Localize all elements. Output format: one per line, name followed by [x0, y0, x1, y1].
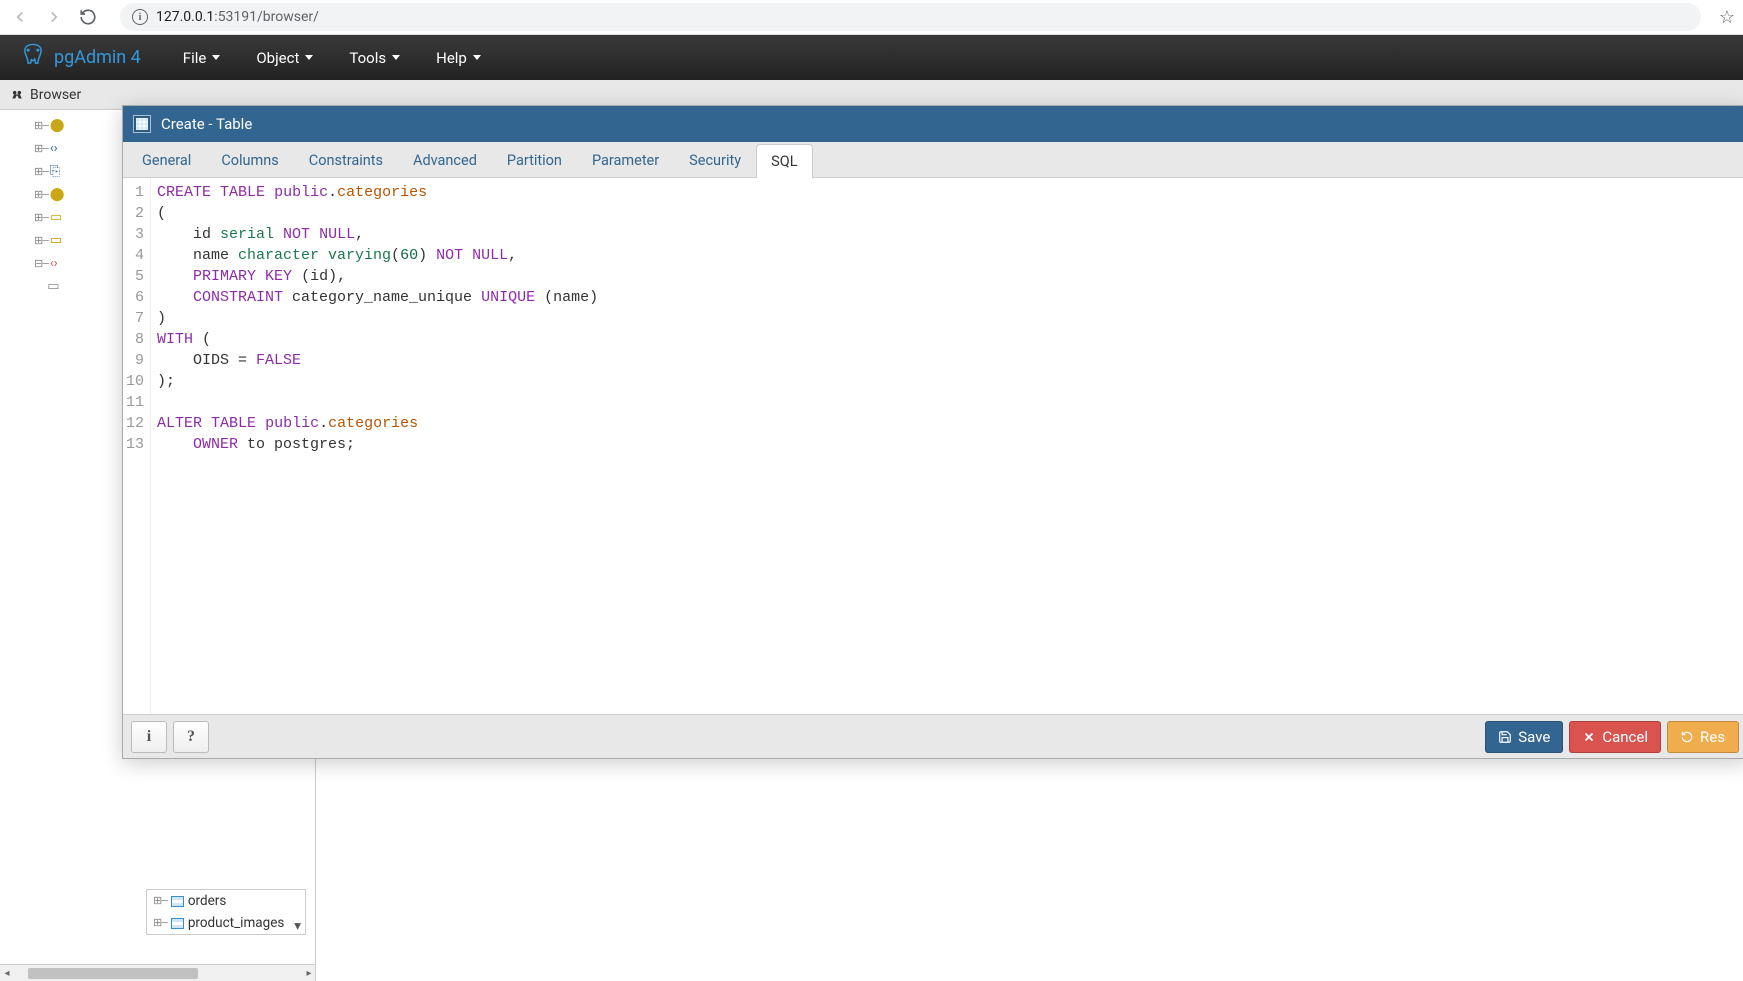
dialog-title: Create - Table — [161, 115, 252, 133]
tree-item-product-images[interactable]: ⊞─product_images — [147, 912, 305, 934]
browser-chrome: i 127.0.0.1:53191/browser/ ☆ — [0, 0, 1743, 35]
menu-object[interactable]: Object — [242, 43, 327, 73]
scrollbar-thumb[interactable] — [28, 968, 198, 979]
nav-reload-button[interactable] — [76, 5, 100, 29]
info-button[interactable]: i — [131, 721, 167, 753]
menu-tools[interactable]: Tools — [335, 43, 414, 73]
tab-partition[interactable]: Partition — [492, 143, 577, 177]
binoculars-icon — [10, 88, 24, 102]
browser-panel-title: Browser — [30, 87, 81, 103]
sql-editor[interactable]: 12345678910111213 CREATE TABLE public.ca… — [123, 178, 1743, 714]
pgadmin-navbar: pgAdmin 4 File Object Tools Help — [0, 35, 1743, 80]
caret-down-icon — [392, 55, 400, 60]
tree-item-orders[interactable]: ⊞─orders — [147, 890, 305, 912]
tab-general[interactable]: General — [127, 143, 206, 177]
save-button[interactable]: Save — [1485, 721, 1563, 753]
url-bar[interactable]: i 127.0.0.1:53191/browser/ — [120, 3, 1701, 31]
app-name: pgAdmin 4 — [54, 47, 141, 68]
dialog-titlebar[interactable]: Create - Table — [123, 106, 1743, 142]
tab-advanced[interactable]: Advanced — [398, 143, 492, 177]
tree-visible-items: ⊞─orders ⊞─product_images ▾ — [146, 889, 306, 935]
scroll-left-arrow-icon[interactable]: ◂ — [0, 968, 14, 979]
recycle-icon — [1680, 730, 1694, 744]
help-button[interactable]: ? — [173, 721, 209, 753]
tab-constraints[interactable]: Constraints — [294, 143, 398, 177]
caret-down-icon — [212, 55, 220, 60]
close-icon — [1582, 730, 1596, 744]
tab-sql[interactable]: SQL — [756, 144, 812, 178]
table-icon — [133, 115, 151, 133]
elephant-icon — [20, 42, 46, 73]
menu-file[interactable]: File — [169, 43, 235, 73]
table-icon — [171, 918, 184, 929]
reset-button[interactable]: Reset — [1667, 721, 1739, 753]
site-info-icon[interactable]: i — [132, 9, 148, 25]
table-icon — [171, 896, 184, 907]
nav-back-button[interactable] — [8, 5, 32, 29]
dropdown-caret-icon[interactable]: ▾ — [294, 918, 301, 934]
bookmark-star-icon[interactable]: ☆ — [1719, 7, 1735, 28]
dialog-tabs: General Columns Constraints Advanced Par… — [123, 142, 1743, 178]
nav-forward-button[interactable] — [42, 5, 66, 29]
pgadmin-logo[interactable]: pgAdmin 4 — [20, 42, 141, 73]
menu-help[interactable]: Help — [422, 43, 495, 73]
tree-partial: ⊞─⬤ ⊞─‹› ⊞─⎘ ⊞─⬤ ⊞─▭ ⊞─▭ ⊟─‹› ▭ — [34, 114, 116, 298]
url-text: 127.0.0.1:53191/browser/ — [156, 9, 319, 25]
dialog-footer: i ? Save Cancel Reset — [123, 714, 1743, 758]
tab-security[interactable]: Security — [674, 143, 756, 177]
caret-down-icon — [473, 55, 481, 60]
tab-columns[interactable]: Columns — [206, 143, 293, 177]
save-icon — [1498, 730, 1512, 744]
create-table-dialog: Create - Table General Columns Constrain… — [122, 105, 1743, 759]
scroll-right-arrow-icon[interactable]: ▸ — [302, 968, 316, 979]
cancel-button[interactable]: Cancel — [1569, 721, 1661, 753]
caret-down-icon — [305, 55, 313, 60]
line-gutter: 12345678910111213 — [123, 178, 151, 714]
tab-parameter[interactable]: Parameter — [577, 143, 674, 177]
code-content[interactable]: CREATE TABLE public.categories( id seria… — [151, 178, 598, 714]
sidebar-horizontal-scrollbar[interactable]: ◂ ▸ — [0, 964, 316, 981]
